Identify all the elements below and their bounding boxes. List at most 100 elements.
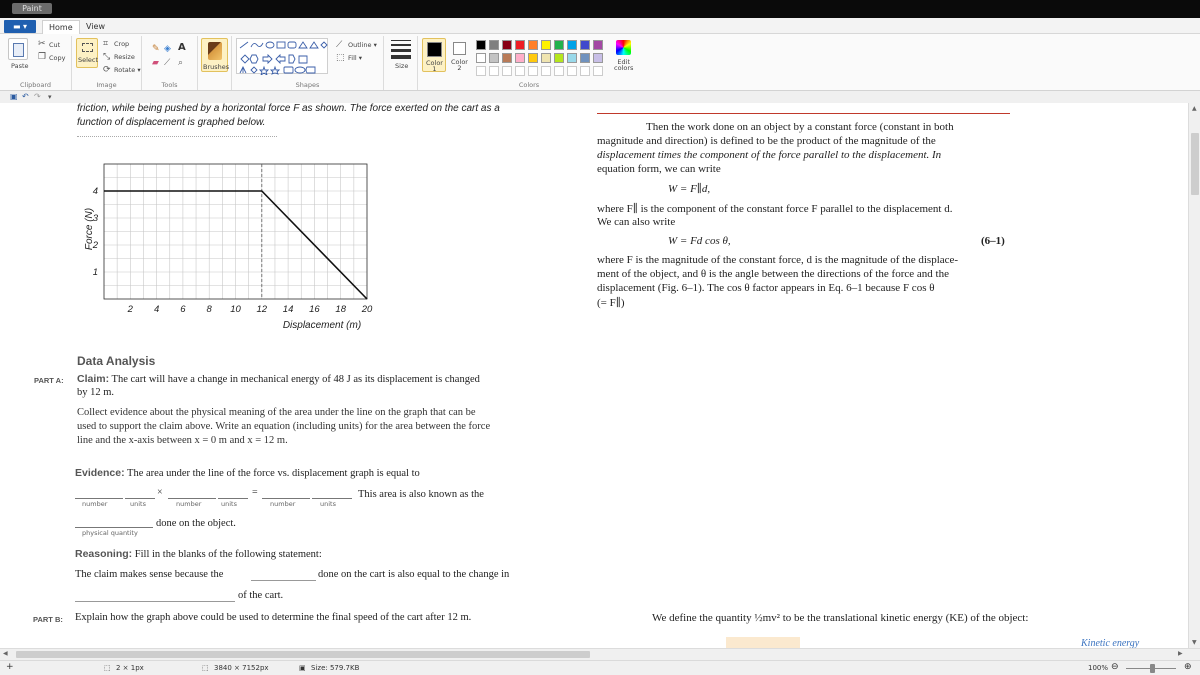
blank-units-1[interactable] xyxy=(125,498,155,499)
undo-icon[interactable]: ↶ xyxy=(22,92,29,102)
scroll-down-icon[interactable]: ▼ xyxy=(1192,639,1197,646)
blank-units-3[interactable] xyxy=(312,498,352,499)
palette-swatch[interactable] xyxy=(593,40,603,50)
palette-swatch[interactable] xyxy=(476,53,486,63)
palette-swatch[interactable] xyxy=(541,40,551,50)
zoom-out-icon[interactable]: ⊖ xyxy=(1111,662,1119,672)
rotate-button[interactable]: Rotate ▾ xyxy=(114,66,141,74)
tab-home[interactable]: Home xyxy=(42,20,80,34)
zoom-slider-thumb[interactable] xyxy=(1150,664,1155,673)
palette-swatch[interactable] xyxy=(580,53,590,63)
palette-swatch[interactable] xyxy=(528,40,538,50)
times-sign: × xyxy=(157,487,163,498)
color2-button[interactable]: Color 2 xyxy=(449,38,471,72)
custom-color-slot[interactable] xyxy=(489,66,499,76)
palette-swatch[interactable] xyxy=(489,53,499,63)
vertical-scrollbar[interactable]: ▲ ▼ xyxy=(1188,103,1200,648)
sub-number-2: number xyxy=(176,500,202,508)
paste-button[interactable] xyxy=(8,38,28,60)
custom-color-slot[interactable] xyxy=(580,66,590,76)
tb-eq1: W = F∥d, xyxy=(668,183,711,195)
magnifier-icon[interactable]: ⌕ xyxy=(178,58,183,68)
horizontal-scroll-thumb[interactable] xyxy=(16,651,590,658)
tb-p1-l4: equation form, we can write xyxy=(597,163,721,175)
part-b-label: PART B: xyxy=(33,615,63,624)
x-tick-label: 6 xyxy=(180,304,186,315)
select-icon xyxy=(82,43,93,52)
colors-group: Color 1 Color 2 Edit colors Colors xyxy=(418,36,640,90)
palette-swatch[interactable] xyxy=(515,40,525,50)
palette-swatch[interactable] xyxy=(489,40,499,50)
custom-color-slot[interactable] xyxy=(528,66,538,76)
palette-swatch[interactable] xyxy=(502,53,512,63)
palette-swatch[interactable] xyxy=(528,53,538,63)
custom-color-slot[interactable] xyxy=(502,66,512,76)
pencil-icon[interactable]: ✎ xyxy=(152,44,160,54)
shapes-group: ⟋ Outline ▾ ⬚ Fill ▾ Shapes xyxy=(232,36,384,90)
fill-button[interactable]: Fill ▾ xyxy=(348,54,362,62)
color1-swatch xyxy=(427,42,442,57)
palette-swatch[interactable] xyxy=(541,53,551,63)
ribbon: Paste ✂ Cut ❐ Copy Clipboard Select ⌗ Cr… xyxy=(0,34,1200,91)
custom-color-slot[interactable] xyxy=(554,66,564,76)
scroll-right-icon[interactable]: ▶ xyxy=(1178,650,1183,657)
vertical-scroll-thumb[interactable] xyxy=(1191,133,1199,195)
blank-units-2[interactable] xyxy=(218,498,248,499)
custom-color-slot[interactable] xyxy=(541,66,551,76)
size-button[interactable] xyxy=(391,40,411,60)
customize-qat-icon[interactable]: ▾ xyxy=(48,92,52,102)
eraser-icon[interactable]: ▰ xyxy=(152,58,159,68)
scissors-icon: ✂ xyxy=(38,39,46,49)
palette-swatch[interactable] xyxy=(502,40,512,50)
palette-swatch[interactable] xyxy=(580,40,590,50)
crop-button[interactable]: Crop xyxy=(114,40,129,48)
shapes-gallery[interactable] xyxy=(236,38,328,77)
fill-bucket-icon[interactable]: ◈ xyxy=(164,44,171,54)
copy-button[interactable]: Copy xyxy=(49,54,66,62)
blank-of-the-cart[interactable] xyxy=(75,601,235,602)
scroll-left-icon[interactable]: ◀ xyxy=(3,650,8,657)
brushes-button[interactable]: Brushes xyxy=(201,38,229,72)
palette-swatch[interactable] xyxy=(567,40,577,50)
blank-number-3[interactable] xyxy=(262,498,310,499)
cut-button[interactable]: Cut xyxy=(49,41,60,49)
tools-group: ✎ ◈ A ▰ ⟋ ⌕ Tools xyxy=(142,36,198,90)
text-tool-icon[interactable]: A xyxy=(178,43,186,53)
x-axis-label: Displacement (m) xyxy=(283,320,361,331)
reasoning-text: Fill in the blanks of the following stat… xyxy=(134,549,322,560)
blank-number-1[interactable] xyxy=(75,498,123,499)
scroll-up-icon[interactable]: ▲ xyxy=(1192,105,1197,112)
custom-color-slot[interactable] xyxy=(567,66,577,76)
save-icon[interactable]: ▣ xyxy=(10,92,18,102)
outline-button[interactable]: Outline ▾ xyxy=(348,41,377,49)
color1-button[interactable]: Color 1 xyxy=(422,38,446,72)
custom-color-slot[interactable] xyxy=(476,66,486,76)
part-a-label: PART A: xyxy=(34,376,64,385)
palette-swatch[interactable] xyxy=(515,53,525,63)
palette-swatch[interactable] xyxy=(476,40,486,50)
blank-claim-sense[interactable] xyxy=(251,580,316,581)
file-menu-button[interactable]: ▬ ▾ xyxy=(4,20,36,33)
custom-color-slot[interactable] xyxy=(515,66,525,76)
zoom-in-icon[interactable]: ⊕ xyxy=(1184,662,1192,672)
tab-view[interactable]: View xyxy=(80,20,111,34)
palette-swatch[interactable] xyxy=(567,53,577,63)
sub-number-3: number xyxy=(270,500,296,508)
area-known-text: This area is also known as the xyxy=(358,489,484,500)
resize-button[interactable]: Resize xyxy=(114,53,135,61)
horizontal-scrollbar[interactable]: ◀ ▶ xyxy=(0,648,1200,660)
color-picker-icon[interactable]: ⟋ xyxy=(164,58,170,68)
blank-physical-quantity[interactable] xyxy=(75,527,153,528)
canvas-area[interactable]: friction, while being pushed by a horizo… xyxy=(0,103,1188,648)
select-button[interactable]: Select xyxy=(76,38,98,68)
canvas-image[interactable]: friction, while being pushed by a horizo… xyxy=(0,103,1188,648)
palette-swatch[interactable] xyxy=(554,53,564,63)
sub-physical-quantity: physical quantity xyxy=(82,529,138,537)
edit-colors-button[interactable]: Edit colors xyxy=(612,38,636,72)
tb-eq2-number: (6–1) xyxy=(981,235,1005,247)
redo-icon[interactable]: ↷ xyxy=(34,92,41,102)
palette-swatch[interactable] xyxy=(593,53,603,63)
blank-number-2[interactable] xyxy=(168,498,216,499)
custom-color-slot[interactable] xyxy=(593,66,603,76)
palette-swatch[interactable] xyxy=(554,40,564,50)
